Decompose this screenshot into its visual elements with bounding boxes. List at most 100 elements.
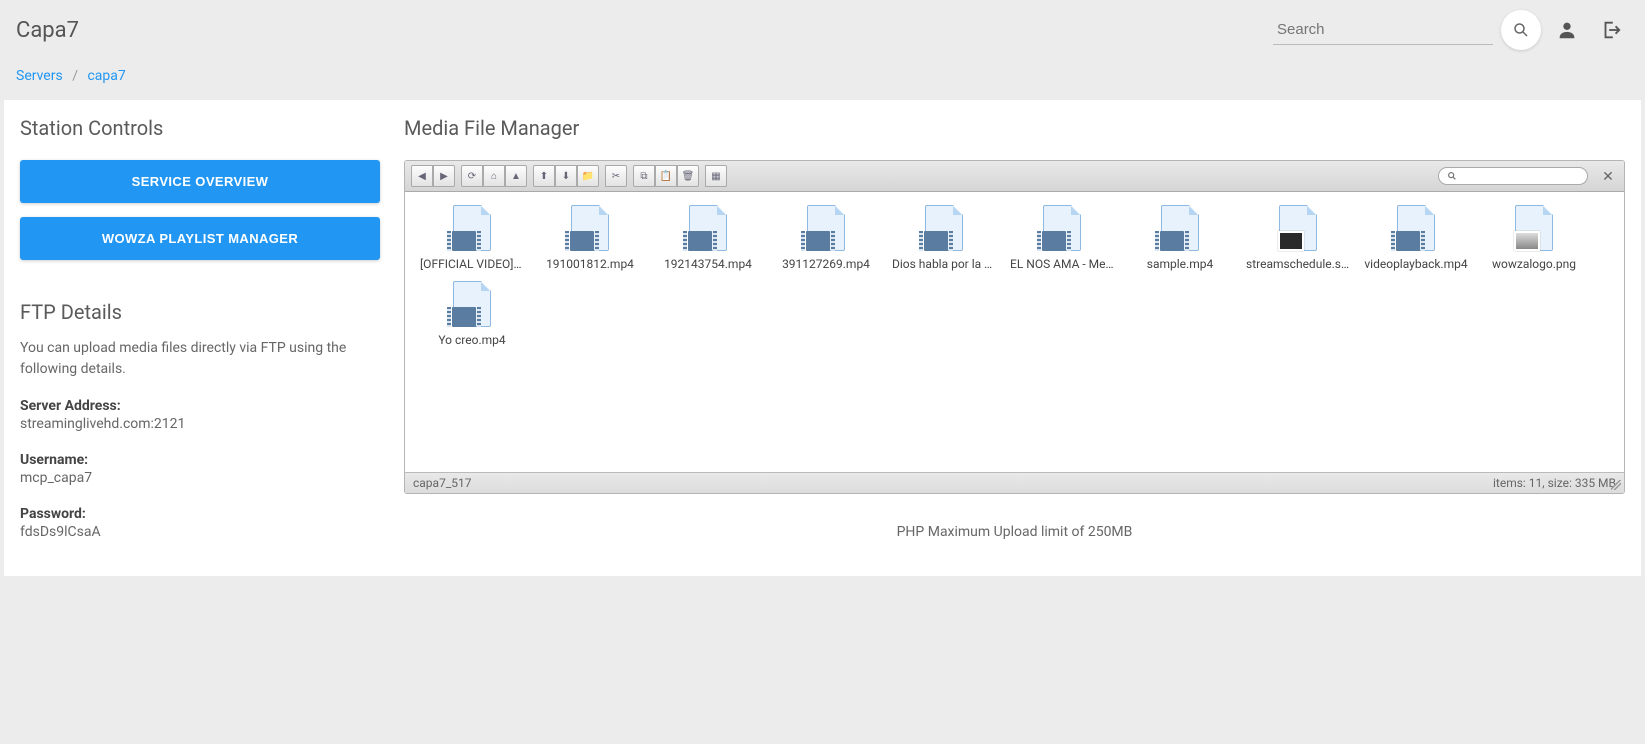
home-icon: ⌂ bbox=[491, 171, 497, 182]
person-icon bbox=[1556, 19, 1578, 41]
cut-icon: ✂ bbox=[612, 171, 620, 182]
file-item[interactable]: Yo creo.mp4 bbox=[413, 276, 531, 352]
up-icon: ▲ bbox=[511, 171, 521, 182]
file-label: wowzalogo.png bbox=[1478, 257, 1590, 271]
tb-reload-button[interactable]: ⟳ bbox=[461, 165, 483, 187]
video-file-icon bbox=[920, 205, 968, 253]
ftp-username-field: Username: mcp_capa7 bbox=[20, 452, 380, 486]
file-item[interactable]: sample.mp4 bbox=[1121, 200, 1239, 276]
file-label: streamschedule.smil bbox=[1242, 257, 1354, 271]
file-manager: ◀ ▶ ⟳ ⌂ ▲ ⬆ ⬇ 📁 ✂ ⧉ 📋 🗑 ▦ ✕ [OFFICIAL VIDEO] … 1… bbox=[404, 160, 1625, 494]
breadcrumb: Servers / capa7 bbox=[0, 60, 1645, 96]
wowza-playlist-button[interactable]: WOWZA PLAYLIST MANAGER bbox=[20, 217, 380, 260]
ftp-password-value: fdsDs9lCsaA bbox=[20, 524, 380, 540]
ftp-server-field: Server Address: streaminglivehd.com:2121 bbox=[20, 398, 380, 432]
tb-home-button[interactable]: ⌂ bbox=[483, 165, 505, 187]
close-icon: ✕ bbox=[1602, 168, 1614, 184]
file-item[interactable]: Dios habla por la n… bbox=[885, 200, 1003, 276]
breadcrumb-servers[interactable]: Servers bbox=[16, 68, 63, 84]
upload-icon: ⬆ bbox=[540, 171, 548, 182]
back-icon: ◀ bbox=[418, 171, 426, 182]
file-label: 192143754.mp4 bbox=[652, 257, 764, 271]
service-overview-button[interactable]: SERVICE OVERVIEW bbox=[20, 160, 380, 203]
file-manager-statusbar: capa7_517 items: 11, size: 335 MB bbox=[405, 472, 1624, 493]
file-item[interactable]: EL NOS AMA - Mela… bbox=[1003, 200, 1121, 276]
file-label: Dios habla por la n… bbox=[888, 257, 1000, 271]
account-button[interactable] bbox=[1549, 12, 1585, 48]
file-manager-toolbar: ◀ ▶ ⟳ ⌂ ▲ ⬆ ⬇ 📁 ✂ ⧉ 📋 🗑 ▦ ✕ bbox=[405, 161, 1624, 192]
tb-up-button[interactable]: ▲ bbox=[505, 165, 527, 187]
media-manager-title: Media File Manager bbox=[404, 116, 1625, 140]
ftp-password-field: Password: fdsDs9lCsaA bbox=[20, 506, 380, 540]
file-item[interactable]: 192143754.mp4 bbox=[649, 200, 767, 276]
tb-upload-button[interactable]: ⬆ bbox=[533, 165, 555, 187]
video-file-icon bbox=[448, 205, 496, 253]
video-file-icon bbox=[448, 281, 496, 329]
topbar: Capa7 bbox=[0, 0, 1645, 60]
video-file-icon bbox=[1392, 205, 1440, 253]
newfolder-icon: 📁 bbox=[582, 171, 594, 182]
logout-button[interactable] bbox=[1593, 12, 1629, 48]
file-label: [OFFICIAL VIDEO] … bbox=[416, 257, 528, 271]
upload-limit-note: PHP Maximum Upload limit of 250MB bbox=[404, 524, 1625, 540]
tb-newfolder-button[interactable]: 📁 bbox=[577, 165, 599, 187]
file-search-input[interactable] bbox=[1463, 169, 1579, 183]
search-input[interactable] bbox=[1273, 15, 1493, 45]
file-label: Yo creo.mp4 bbox=[416, 333, 528, 347]
delete-icon: 🗑 bbox=[682, 171, 695, 182]
search-icon bbox=[1512, 21, 1530, 39]
tb-forward-button[interactable]: ▶ bbox=[433, 165, 455, 187]
video-file-icon bbox=[1038, 205, 1086, 253]
breadcrumb-separator: / bbox=[72, 68, 78, 84]
reload-icon: ⟳ bbox=[468, 171, 476, 182]
ftp-server-value: streaminglivehd.com:2121 bbox=[20, 416, 380, 432]
ftp-details-title: FTP Details bbox=[20, 300, 380, 324]
file-item[interactable]: [OFFICIAL VIDEO] … bbox=[413, 200, 531, 276]
ftp-username-value: mcp_capa7 bbox=[20, 470, 380, 486]
forward-icon: ▶ bbox=[440, 171, 448, 182]
video-file-icon bbox=[684, 205, 732, 253]
file-label: 191001812.mp4 bbox=[534, 257, 646, 271]
tb-delete-button[interactable]: 🗑 bbox=[677, 165, 699, 187]
tb-copy-button[interactable]: ⧉ bbox=[633, 165, 655, 187]
tb-download-button[interactable]: ⬇ bbox=[555, 165, 577, 187]
tb-view-button[interactable]: ▦ bbox=[705, 165, 727, 187]
breadcrumb-capa7[interactable]: capa7 bbox=[87, 68, 125, 84]
ftp-password-label: Password: bbox=[20, 506, 380, 522]
schedule-file-icon bbox=[1274, 205, 1322, 253]
station-controls-title: Station Controls bbox=[20, 116, 380, 140]
file-item[interactable]: 191001812.mp4 bbox=[531, 200, 649, 276]
image-file-icon bbox=[1510, 205, 1558, 253]
tb-back-button[interactable]: ◀ bbox=[411, 165, 433, 187]
file-item[interactable]: videoplayback.mp4 bbox=[1357, 200, 1475, 276]
right-column: Media File Manager ◀ ▶ ⟳ ⌂ ▲ ⬆ ⬇ 📁 ✂ ⧉ 📋 🗑 ▦ ✕ … bbox=[404, 116, 1625, 560]
video-file-icon bbox=[1156, 205, 1204, 253]
file-item[interactable]: wowzalogo.png bbox=[1475, 200, 1593, 276]
paste-icon: 📋 bbox=[660, 171, 672, 182]
view-icon: ▦ bbox=[711, 171, 720, 182]
file-label: videoplayback.mp4 bbox=[1360, 257, 1472, 271]
file-grid[interactable]: [OFFICIAL VIDEO] … 191001812.mp4 192143754… bbox=[405, 192, 1624, 472]
current-path: capa7_517 bbox=[413, 476, 471, 490]
ftp-username-label: Username: bbox=[20, 452, 380, 468]
file-item[interactable]: streamschedule.smil bbox=[1239, 200, 1357, 276]
file-label: sample.mp4 bbox=[1124, 257, 1236, 271]
file-label: 391127269.mp4 bbox=[770, 257, 882, 271]
file-manager-search[interactable] bbox=[1438, 167, 1588, 185]
download-icon: ⬇ bbox=[562, 171, 570, 182]
file-item[interactable]: 391127269.mp4 bbox=[767, 200, 885, 276]
left-column: Station Controls SERVICE OVERVIEW WOWZA … bbox=[20, 116, 380, 560]
video-file-icon bbox=[566, 205, 614, 253]
topbar-actions bbox=[1273, 10, 1629, 50]
file-label: EL NOS AMA - Mela… bbox=[1006, 257, 1118, 271]
search-small-icon bbox=[1447, 171, 1457, 181]
tb-cut-button[interactable]: ✂ bbox=[605, 165, 627, 187]
tb-paste-button[interactable]: 📋 bbox=[655, 165, 677, 187]
logout-icon bbox=[1600, 19, 1622, 41]
app-title: Capa7 bbox=[16, 18, 79, 43]
file-search-clear[interactable]: ✕ bbox=[1598, 166, 1618, 186]
video-file-icon bbox=[802, 205, 850, 253]
ftp-server-label: Server Address: bbox=[20, 398, 380, 414]
main-panel: Station Controls SERVICE OVERVIEW WOWZA … bbox=[4, 100, 1641, 576]
search-button[interactable] bbox=[1501, 10, 1541, 50]
